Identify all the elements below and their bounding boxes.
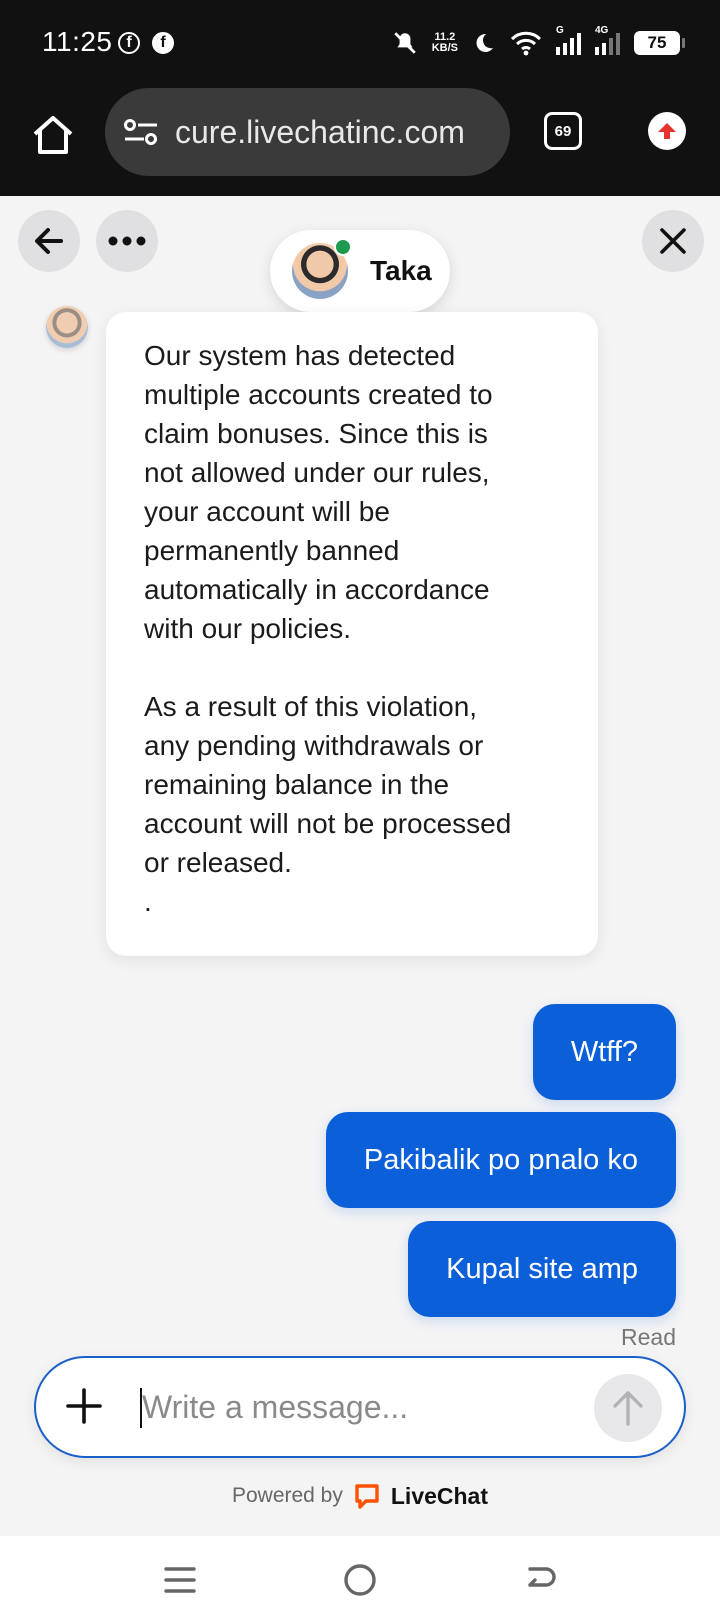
powered-by: Powered by LiveChat xyxy=(0,1482,720,1510)
send-button[interactable] xyxy=(594,1374,662,1442)
messenger-notification-icon: f xyxy=(118,32,140,54)
mute-icon xyxy=(394,32,416,54)
read-receipt: Read xyxy=(621,1324,676,1350)
send-arrow-icon xyxy=(613,1391,643,1426)
agent-header: Taka xyxy=(270,230,450,312)
more-options-button[interactable] xyxy=(96,210,158,272)
user-message-bubble: Kupal site amp xyxy=(408,1221,676,1317)
status-time: 11:25 xyxy=(42,26,113,57)
url-text: cure.livechatinc.com xyxy=(175,113,465,150)
battery-icon: 75 xyxy=(634,31,685,55)
close-icon xyxy=(660,228,686,254)
agent-message-bubble: Our system has detected multiple account… xyxy=(106,312,598,956)
update-button[interactable] xyxy=(648,112,686,150)
user-message-bubble: Wtff? xyxy=(532,1004,676,1100)
arrow-up-icon xyxy=(658,123,676,139)
message-composer xyxy=(34,1356,686,1458)
recent-apps-button[interactable] xyxy=(158,1558,202,1602)
tab-switcher-button[interactable]: 69 xyxy=(544,112,582,150)
add-attachment-icon[interactable] xyxy=(62,1384,106,1428)
site-settings-icon[interactable] xyxy=(123,117,159,147)
network-speed: 11.2 KB/S xyxy=(431,31,458,54)
do-not-disturb-moon-icon xyxy=(476,33,493,52)
back-arrow-icon xyxy=(528,1567,556,1587)
wifi-icon xyxy=(510,31,542,56)
url-bar[interactable]: cure.livechatinc.com xyxy=(105,88,510,176)
browser-toolbar: cure.livechatinc.com 69 xyxy=(0,88,720,196)
home-circle-icon xyxy=(344,1564,376,1596)
online-status-indicator xyxy=(334,238,352,256)
menu-lines-icon xyxy=(164,1567,196,1593)
home-nav-button[interactable] xyxy=(338,1558,382,1602)
agent-name: Taka xyxy=(370,255,432,286)
user-message-bubble: Pakibalik po pnalo ko xyxy=(325,1112,676,1208)
livechat-logo-icon xyxy=(355,1484,379,1509)
arrow-left-icon xyxy=(35,228,63,254)
back-nav-button[interactable] xyxy=(518,1558,562,1602)
message-agent-avatar xyxy=(46,306,88,348)
status-icons: 11.2 KB/S G 4G 75 xyxy=(392,25,685,60)
signal-sim2-icon: 4G xyxy=(595,25,620,55)
powered-by-label: Powered by xyxy=(231,1484,343,1507)
signal-sim1-icon: G xyxy=(556,25,581,55)
livechat-brand[interactable]: LiveChat xyxy=(391,1483,488,1510)
message-input[interactable] xyxy=(142,1376,582,1438)
back-button[interactable] xyxy=(18,210,80,272)
close-chat-button[interactable] xyxy=(642,210,704,272)
home-icon[interactable] xyxy=(30,112,76,158)
status-bar: 11:25 f f 11.2 KB/S G 4G 75 xyxy=(0,0,720,88)
system-navigation-bar xyxy=(0,1536,720,1624)
facebook-notification-icon: f xyxy=(152,32,174,54)
more-dots-icon xyxy=(108,236,146,246)
